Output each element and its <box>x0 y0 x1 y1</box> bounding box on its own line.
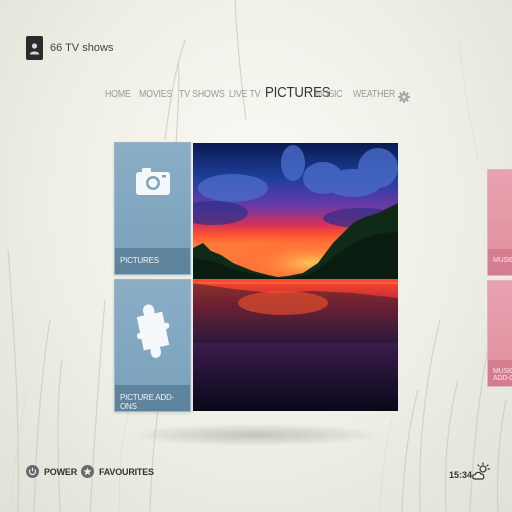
menu-item-weather[interactable]: WEATHER <box>353 89 395 100</box>
profile-widget[interactable]: 66 TV shows <box>26 36 113 60</box>
main-menu: HOME MOVIES TV SHOWS LIVE TV PICTURES MU… <box>0 84 512 106</box>
tile-music-addons[interactable]: MUSIC ADD-ONS <box>487 280 512 387</box>
tile-picture-addons-icon-wrap <box>115 302 190 360</box>
featured-picture[interactable] <box>193 143 398 411</box>
sun-cloud-icon[interactable] <box>471 462 491 482</box>
star-icon <box>81 465 94 478</box>
favourites-button[interactable]: FAVOURITES <box>81 465 154 478</box>
gear-icon[interactable] <box>398 91 410 103</box>
tile-picture-addons[interactable]: PICTURE ADD-ONS <box>114 279 191 412</box>
tile-music[interactable]: MUSIC <box>487 169 512 276</box>
power-icon <box>26 465 39 478</box>
tile-pictures-icon-wrap <box>115 167 190 195</box>
menu-item-home[interactable]: HOME <box>105 89 131 100</box>
tile-music-addons-label: MUSIC ADD-ONS <box>488 360 512 386</box>
tile-music-label: MUSIC <box>488 249 512 275</box>
favourites-label: FAVOURITES <box>99 466 154 477</box>
menu-item-tv-shows[interactable]: TV SHOWS <box>179 89 225 100</box>
avatar[interactable] <box>26 36 43 60</box>
clock: 15:34 <box>449 470 473 480</box>
power-label: POWER <box>44 466 78 477</box>
menu-item-movies[interactable]: MOVIES <box>139 89 172 100</box>
menu-item-music[interactable]: MUSIC <box>315 89 343 100</box>
tile-pictures[interactable]: PICTURES <box>114 142 191 275</box>
tile-pictures-label: PICTURES <box>115 248 190 274</box>
profile-label: 66 TV shows <box>50 42 114 54</box>
camera-icon <box>135 168 170 195</box>
tiles-shadow <box>130 424 380 446</box>
user-icon <box>29 42 40 54</box>
tile-picture-addons-label: PICTURE ADD-ONS <box>115 385 190 411</box>
menu-item-live-tv[interactable]: LIVE TV <box>229 89 261 100</box>
power-button[interactable]: POWER <box>26 465 77 478</box>
puzzle-icon <box>136 304 169 358</box>
